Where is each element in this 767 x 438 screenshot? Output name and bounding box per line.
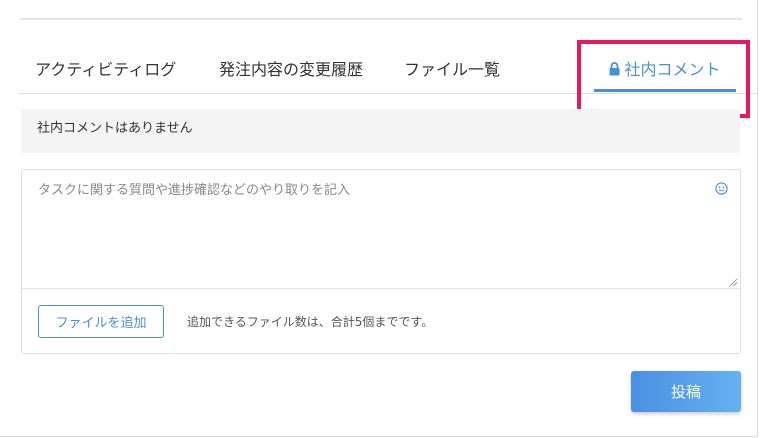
tab-bar: アクティビティログ 発注内容の変更履歴 ファイル一覧 社内コメント <box>18 50 758 94</box>
tab-internal-comment-label: 社内コメント <box>624 60 721 79</box>
comment-input[interactable] <box>22 170 740 289</box>
file-limit-note: 追加できるファイル数は、合計5個までです。 <box>187 315 434 329</box>
tab-file-list[interactable]: ファイル一覧 <box>404 50 500 92</box>
comments-panel: アクティビティログ 発注内容の変更履歴 ファイル一覧 社内コメント 社内コメント… <box>0 0 758 437</box>
add-file-button[interactable]: ファイルを追加 <box>38 305 164 338</box>
tab-internal-comment[interactable]: 社内コメント <box>594 50 736 92</box>
empty-comments-message: 社内コメントはありません <box>21 109 740 153</box>
tab-order-history[interactable]: 発注内容の変更履歴 <box>219 50 363 92</box>
resize-grip-icon[interactable] <box>729 278 738 287</box>
top-divider <box>20 18 742 20</box>
comment-form: ファイルを追加 追加できるファイル数は、合計5個までです。 <box>21 169 741 354</box>
tab-activity-log[interactable]: アクティビティログ <box>35 50 176 92</box>
smile-icon[interactable] <box>715 182 728 195</box>
lock-icon <box>609 62 620 76</box>
post-button[interactable]: 投稿 <box>631 371 741 412</box>
